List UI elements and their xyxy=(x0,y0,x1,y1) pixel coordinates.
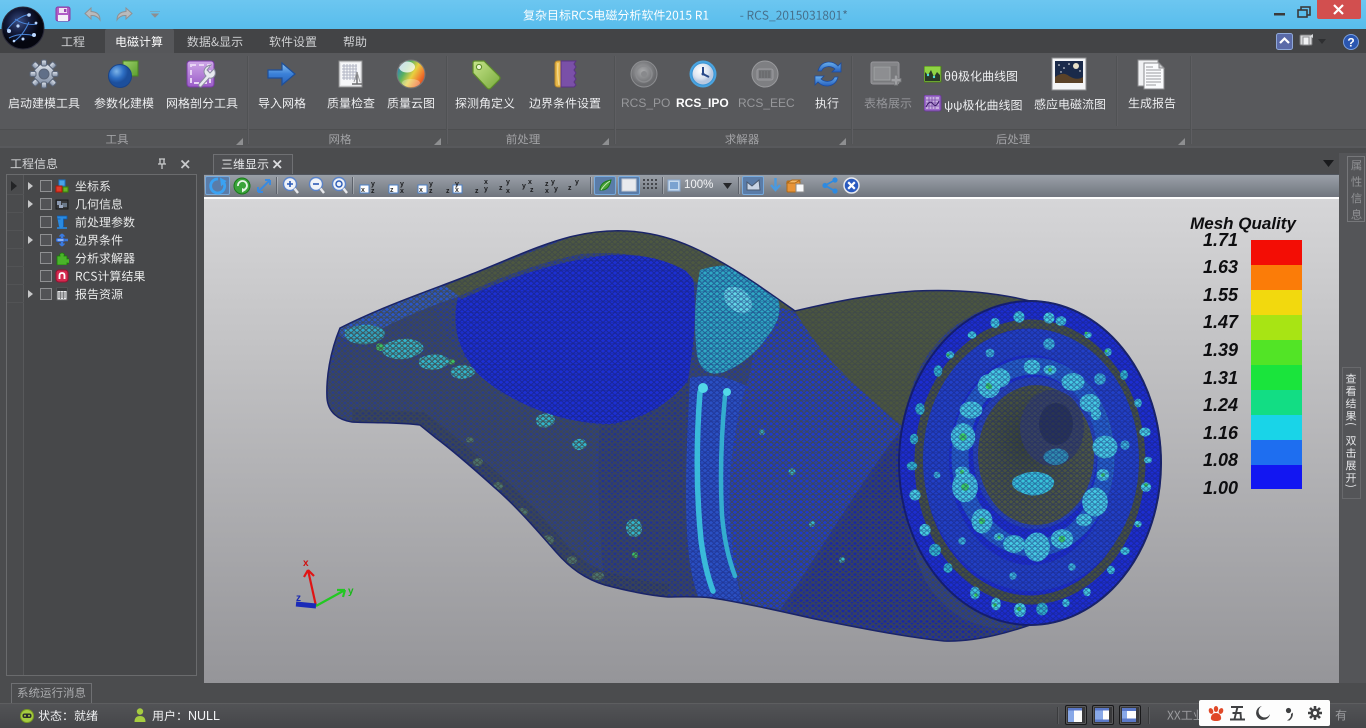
svg-text:z: z xyxy=(296,593,301,604)
svg-text:y: y xyxy=(554,186,558,193)
svg-text:z: z xyxy=(499,185,503,192)
svg-text:z: z xyxy=(429,188,433,195)
svg-text:x: x xyxy=(303,558,309,569)
svg-text:x: x xyxy=(545,188,549,195)
svg-text:x: x xyxy=(361,187,365,194)
svg-text:x: x xyxy=(400,188,404,195)
svg-text:x: x xyxy=(506,188,510,195)
svg-text:z: z xyxy=(530,187,534,194)
svg-text:y: y xyxy=(400,181,404,188)
svg-text:y: y xyxy=(429,181,433,188)
svg-text:y: y xyxy=(551,179,555,186)
svg-text:y: y xyxy=(575,179,579,186)
svg-text:z: z xyxy=(568,185,572,192)
svg-text:z: z xyxy=(475,188,479,195)
svg-text:x: x xyxy=(455,187,459,194)
svg-text:y: y xyxy=(371,181,375,188)
svg-text:x: x xyxy=(419,187,423,194)
svg-text:x: x xyxy=(484,179,488,186)
svg-text:z: z xyxy=(545,181,549,188)
svg-text:y: y xyxy=(522,183,526,190)
svg-text:x: x xyxy=(528,179,532,186)
svg-text:y: y xyxy=(484,186,488,193)
svg-text:?: ? xyxy=(1347,36,1354,50)
svg-text:y: y xyxy=(348,586,354,597)
svg-text:z: z xyxy=(446,188,450,195)
svg-text:y: y xyxy=(506,179,510,186)
svg-text:z: z xyxy=(390,187,394,194)
svg-text:z: z xyxy=(371,188,375,195)
